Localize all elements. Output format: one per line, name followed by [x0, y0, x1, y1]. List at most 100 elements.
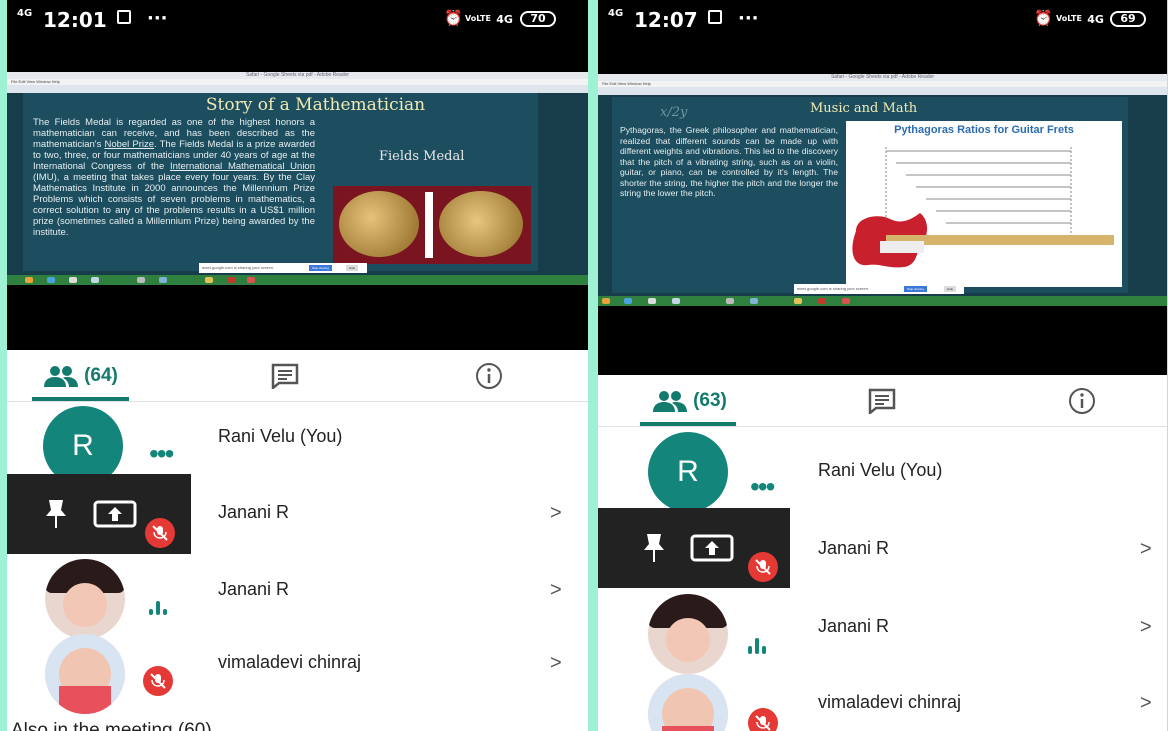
- people-count: (63): [693, 390, 727, 411]
- status-dots: ···: [738, 8, 759, 29]
- pin-icon[interactable]: [40, 498, 72, 530]
- battery-icon: 70: [520, 11, 556, 27]
- chevron-right-icon[interactable]: >: [1140, 538, 1152, 561]
- guitar-diagram: [852, 147, 1114, 268]
- hide-button[interactable]: Hide: [944, 286, 957, 292]
- presenting-tile: [7, 474, 191, 554]
- participant-name: Janani R: [818, 538, 890, 558]
- participant-row[interactable]: Janani R >: [598, 588, 1167, 674]
- phone-screenshot-left: 4G 12:01 ··· ⏰ VoLTE 4G 70 Safari - Goog…: [7, 0, 588, 731]
- avatar: [648, 674, 728, 731]
- stop-sharing-button[interactable]: Stop sharing: [904, 286, 927, 292]
- pin-icon[interactable]: [638, 532, 670, 564]
- lte-label: 4G: [496, 13, 513, 26]
- network-indicator: 4G: [608, 8, 624, 19]
- present-icon: [93, 500, 137, 528]
- participant-name: vimaladevi chinraj: [818, 692, 962, 712]
- lte-label: 4G: [1087, 13, 1104, 26]
- speaking-icon: [149, 597, 173, 619]
- participant-name: Janani R: [218, 502, 290, 522]
- alarm-icon: ⏰: [444, 9, 463, 27]
- panel-tabs: (63): [598, 375, 1167, 427]
- image-title: Pythagoras Ratios for Guitar Frets: [894, 124, 1074, 136]
- tab-info[interactable]: [469, 350, 509, 402]
- mic-off-icon: [748, 552, 778, 582]
- people-panel: (63) R ••• Rani Velu (You) Janani R > Ja…: [598, 375, 1167, 731]
- clock: 12:01: [43, 8, 107, 32]
- guitar-ratio-image: Pythagoras Ratios for Guitar Frets: [846, 121, 1122, 287]
- people-panel: (64) R ••• Rani Velu (You) Janani R > Ja…: [7, 350, 588, 731]
- people-icon: [44, 366, 79, 387]
- chat-icon: [271, 363, 299, 389]
- window-toolbar: [7, 85, 588, 93]
- mic-off-icon: [145, 518, 175, 548]
- tab-people[interactable]: (64): [31, 350, 131, 402]
- participant-row[interactable]: Janani R >: [598, 508, 1167, 588]
- active-tab-indicator: [32, 397, 129, 401]
- chevron-right-icon[interactable]: >: [550, 502, 562, 525]
- participant-row[interactable]: R ••• Rani Velu (You): [598, 430, 1167, 512]
- shared-screen: Safari - Google Sheets via pdf - Adobe R…: [7, 72, 588, 285]
- window-title: Safari - Google Sheets via pdf - Adobe R…: [7, 72, 588, 79]
- present-icon: [690, 534, 734, 562]
- slide-body: Pythagoras, the Greek philosopher and ma…: [620, 125, 838, 198]
- status-bar: 4G 12:07 ··· ⏰ VoLTE 4G 69: [598, 0, 1167, 40]
- clock: 12:07: [634, 8, 698, 32]
- taskbar: [7, 275, 588, 285]
- participant-row[interactable]: vimaladevi chinraj >: [7, 632, 588, 714]
- chevron-right-icon[interactable]: >: [1140, 616, 1152, 639]
- avatar: [45, 559, 125, 639]
- more-dots-icon[interactable]: •••: [750, 473, 775, 501]
- battery-icon: 69: [1110, 11, 1146, 27]
- phone-screenshot-right: 4G 12:07 ··· ⏰ VoLTE 4G 69 Safari - Goog…: [598, 0, 1167, 731]
- people-icon: [653, 391, 688, 412]
- active-tab-indicator: [640, 422, 736, 426]
- slide: x/2y Music and Math Pythagoras, the Gree…: [612, 97, 1128, 293]
- status-dots: ···: [147, 8, 168, 29]
- chevron-right-icon[interactable]: >: [1140, 692, 1152, 715]
- panel-tabs: (64): [7, 350, 588, 402]
- stop-sharing-button[interactable]: Stop sharing: [309, 265, 332, 271]
- slide-body: The Fields Medal is regarded as one of t…: [33, 117, 315, 238]
- sharing-banner: meet.google.com is sharing your screen. …: [794, 284, 964, 294]
- volte-label: VoLTE: [1056, 13, 1082, 23]
- participant-name: Rani Velu (You): [818, 460, 943, 480]
- hide-button[interactable]: Hide: [346, 265, 359, 271]
- participant-row[interactable]: Janani R >: [7, 555, 588, 639]
- taskbar: [598, 296, 1167, 306]
- info-icon: [1069, 388, 1095, 414]
- participant-row[interactable]: Janani R >: [7, 474, 588, 554]
- medal-image: [333, 186, 531, 264]
- speaking-icon: [748, 636, 772, 658]
- tab-chat[interactable]: [265, 350, 305, 402]
- participant-row[interactable]: R ••• Rani Velu (You): [7, 402, 588, 486]
- chevron-right-icon[interactable]: >: [550, 652, 562, 675]
- participant-row[interactable]: vimaladevi chinraj >: [598, 668, 1167, 731]
- chevron-right-icon[interactable]: >: [550, 579, 562, 602]
- avatar: R: [648, 432, 728, 512]
- tab-chat[interactable]: [862, 375, 902, 427]
- alarm-icon: ⏰: [1034, 9, 1053, 27]
- window-title: Safari - Google Sheets via pdf - Adobe R…: [598, 74, 1167, 81]
- status-bar: 4G 12:01 ··· ⏰ VoLTE 4G 70: [7, 0, 588, 40]
- volte-label: VoLTE: [465, 13, 491, 23]
- slide: Story of a Mathematician The Fields Meda…: [23, 93, 538, 271]
- network-indicator: 4G: [17, 8, 33, 19]
- tab-people[interactable]: (63): [640, 375, 740, 427]
- info-icon: [476, 363, 502, 389]
- more-dots-icon[interactable]: •••: [149, 440, 174, 468]
- slide-title: Story of a Mathematician: [205, 95, 426, 115]
- participant-name: vimaladevi chinraj: [218, 652, 362, 672]
- fields-medal-label: Fields Medal: [379, 149, 465, 164]
- sharing-banner: meet.google.com is sharing your screen. …: [199, 263, 367, 273]
- presenting-tile: [598, 508, 790, 588]
- sim-icon: [117, 10, 131, 24]
- chat-icon: [868, 388, 896, 414]
- slide-title: Music and Math: [810, 101, 918, 116]
- participant-name: Rani Velu (You): [218, 426, 343, 446]
- mic-off-icon: [143, 666, 173, 696]
- people-count: (64): [84, 365, 118, 386]
- slide-formula: x/2y: [660, 105, 688, 120]
- tab-info[interactable]: [1062, 375, 1102, 427]
- shared-screen: Safari - Google Sheets via pdf - Adobe R…: [598, 74, 1167, 306]
